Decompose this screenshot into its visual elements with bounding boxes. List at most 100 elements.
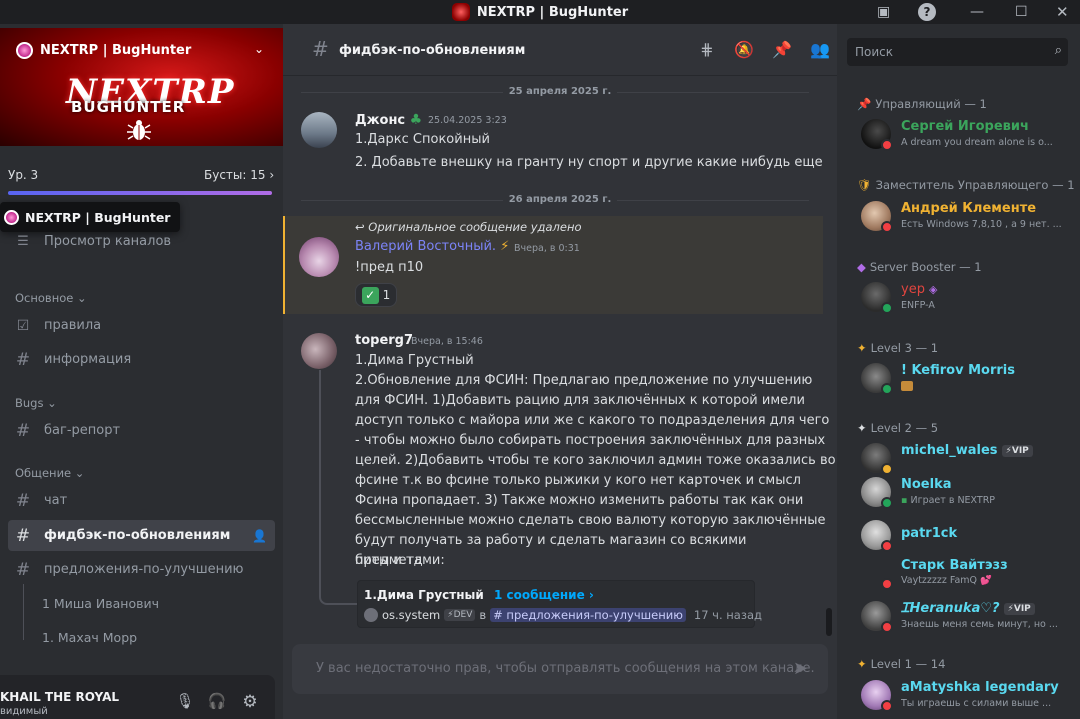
role-header-text: Заместитель Управляющего — 1: [875, 178, 1075, 192]
thread-last-author: os.system: [382, 608, 441, 622]
member-name: Андрей Клементе: [901, 201, 1037, 216]
settings-gear-icon[interactable]: ⚙: [239, 692, 261, 714]
threads-icon[interactable]: ⋕: [696, 40, 718, 62]
channel-chat[interactable]: # чат: [8, 485, 275, 516]
message-composer[interactable]: У вас недостаточно прав, чтобы отправлят…: [292, 644, 828, 694]
author-name: Валерий Восточный.: [355, 239, 497, 254]
member-item[interactable]: Noelka ▪ Играет в NEXTRP: [861, 471, 1071, 515]
close-button[interactable]: ✕: [1056, 0, 1069, 24]
status-indicator: [881, 139, 893, 151]
status-indicator: [881, 621, 893, 633]
inbox-icon[interactable]: ▣: [877, 0, 890, 24]
browse-channels[interactable]: ☰ Просмотр каналов: [8, 226, 275, 257]
thread-time-ago: 17 ч. назад: [693, 608, 762, 622]
mute-bell-icon[interactable]: 🔕: [733, 40, 755, 62]
member-item[interactable]: patr1ck: [861, 514, 1071, 558]
channel-feedback[interactable]: # фидбэк-по-обновлениям 👤: [8, 520, 275, 551]
category-chat[interactable]: Общение ⌄: [15, 466, 84, 480]
booster-icon: ◆: [857, 260, 866, 274]
chevron-down-icon[interactable]: ⌄: [254, 42, 264, 56]
channel-suggestions[interactable]: # предложения-по-улучшению: [8, 554, 275, 585]
avatar[interactable]: [301, 112, 337, 148]
level-star-icon: ✦: [857, 421, 867, 435]
member-activity: Vaytzzzzz FamQ 💕: [901, 575, 992, 586]
member-list: Поиск ⌕ 📌 Управляющий — 1 Сергей Игореви…: [837, 24, 1080, 719]
channel-info[interactable]: # информация: [8, 344, 275, 375]
status-indicator: [881, 497, 893, 509]
pin-icon[interactable]: 📌: [771, 40, 793, 62]
reaction-checkmark[interactable]: ✓ 1: [355, 283, 397, 307]
message-text: для ФСИН. 1)Добавить рацию для заключённ…: [355, 393, 805, 408]
add-member-icon[interactable]: 👤: [252, 529, 267, 543]
status-indicator: [881, 383, 893, 395]
server-banner[interactable]: NEXTRP | BugHunter ⌄ NEXTRP BUGHUNTER: [0, 28, 283, 146]
minimize-button[interactable]: —: [970, 0, 984, 24]
member-name: Noelka: [901, 477, 952, 492]
message-author[interactable]: toperg7: [355, 333, 413, 348]
member-item[interactable]: ! Kefirov Morris: [861, 357, 1071, 401]
channel-bug-report[interactable]: # баг-репорт: [8, 415, 275, 446]
reply-reference[interactable]: ↩ Оригинальное сообщение удалено: [355, 220, 582, 234]
thread-item[interactable]: 1. Махач Морр: [42, 630, 137, 645]
channel-chat-label: чат: [44, 493, 68, 508]
member-item[interactable]: aMatyshka legendary Ты играешь с силами …: [861, 674, 1071, 718]
send-icon[interactable]: ➤: [793, 658, 808, 679]
status-indicator: [881, 221, 893, 233]
help-icon[interactable]: ?: [918, 0, 936, 24]
date-divider: 25 апреля 2025 г.: [283, 86, 837, 97]
scrollbar-thumb[interactable]: [826, 608, 832, 636]
user-panel: KHAIL THE ROYAL видимый 🎙 🎧 ⚙: [0, 675, 275, 719]
hash-icon: #: [15, 559, 31, 580]
thread-item[interactable]: 1 Миша Иванович: [42, 596, 159, 611]
category-main[interactable]: Основное ⌄: [15, 291, 87, 305]
level-star-icon: ✦: [857, 341, 867, 355]
avatar[interactable]: [301, 333, 337, 369]
hash-icon: #: [15, 525, 31, 546]
channel-sidebar: NEXTRP | BugHunter ⌄ NEXTRP BUGHUNTER Ур…: [0, 24, 283, 719]
member-activity: Ты играешь с силами выше ...: [901, 698, 1052, 709]
message-text: бессмысленные можно сделать свою валюту …: [355, 513, 826, 528]
date-divider: 26 апреля 2025 г.: [283, 194, 837, 205]
server-icon: [16, 42, 33, 59]
vip-badge: ⚡VIP: [1003, 602, 1035, 615]
channel-feedback-label: фидбэк-по-обновлениям: [44, 528, 231, 543]
search-input[interactable]: Поиск ⌕: [847, 38, 1068, 66]
boost-bar: [8, 191, 272, 195]
shield-icon: 🛡: [857, 178, 872, 192]
boost-progress[interactable]: Ур. 3 Бусты: 15 ›: [0, 160, 283, 200]
server-name[interactable]: NEXTRP | BugHunter: [16, 42, 191, 59]
member-list-icon[interactable]: 👥: [809, 40, 831, 62]
user-name[interactable]: KHAIL THE ROYAL: [0, 690, 119, 704]
thread-preview[interactable]: 1.Дима Грустный 1 сообщение › os.system …: [357, 580, 762, 628]
browse-channels-label: Просмотр каналов: [44, 234, 172, 249]
member-activity-text: Vaytzzzzz FamQ: [901, 575, 978, 586]
role-header: 📌 Управляющий — 1: [857, 97, 987, 111]
member-name-text: ᏆHeranuka♡?: [901, 601, 1000, 616]
maximize-button[interactable]: ☐: [1015, 0, 1028, 24]
role-header-text: Управляющий — 1: [875, 97, 987, 111]
channel-mention[interactable]: # предложения-по-улучшению: [490, 608, 686, 622]
status-indicator: [881, 540, 893, 552]
thread-message-count[interactable]: 1 сообщение ›: [494, 588, 594, 602]
member-item[interactable]: уер ◈ ENFP-A: [861, 276, 1071, 320]
member-item[interactable]: ᏆHeranuka♡? ⚡VIP Знаешь меня семь минут,…: [861, 595, 1071, 639]
status-indicator: [881, 700, 893, 712]
headphones-icon[interactable]: 🎧: [206, 692, 228, 714]
date-divider-text: 26 апреля 2025 г.: [502, 194, 618, 205]
message-text: 1.Дима Грустный: [355, 353, 474, 368]
thread-title: 1.Дима Грустный 1 сообщение ›: [364, 588, 594, 602]
category-bugs[interactable]: Bugs ⌄: [15, 396, 57, 410]
microphone-icon[interactable]: 🎙: [174, 692, 196, 714]
role-header: ✦ Level 1 — 14: [857, 657, 945, 671]
role-header-text: Level 2 — 5: [870, 421, 939, 435]
message-author[interactable]: Валерий Восточный. ⚡: [355, 239, 509, 254]
message-author[interactable]: Джонс ♣: [355, 112, 422, 128]
member-item[interactable]: Андрей Клементе Есть Windows 7,8,10 , а …: [861, 195, 1071, 239]
message-text: фсине т.к во фсине только рыжики у кого …: [355, 473, 801, 488]
member-item[interactable]: Сергей Игоревич A dream you dream alone …: [861, 113, 1071, 157]
avatar[interactable]: [299, 237, 339, 277]
channel-rules[interactable]: ☑ правила: [8, 310, 275, 341]
member-item[interactable]: Старк Вайтэзз Vaytzzzzz FamQ 💕: [861, 554, 1071, 598]
category-main-label: Основное: [15, 291, 74, 305]
window-title-text: NEXTRP | BugHunter: [476, 4, 629, 20]
